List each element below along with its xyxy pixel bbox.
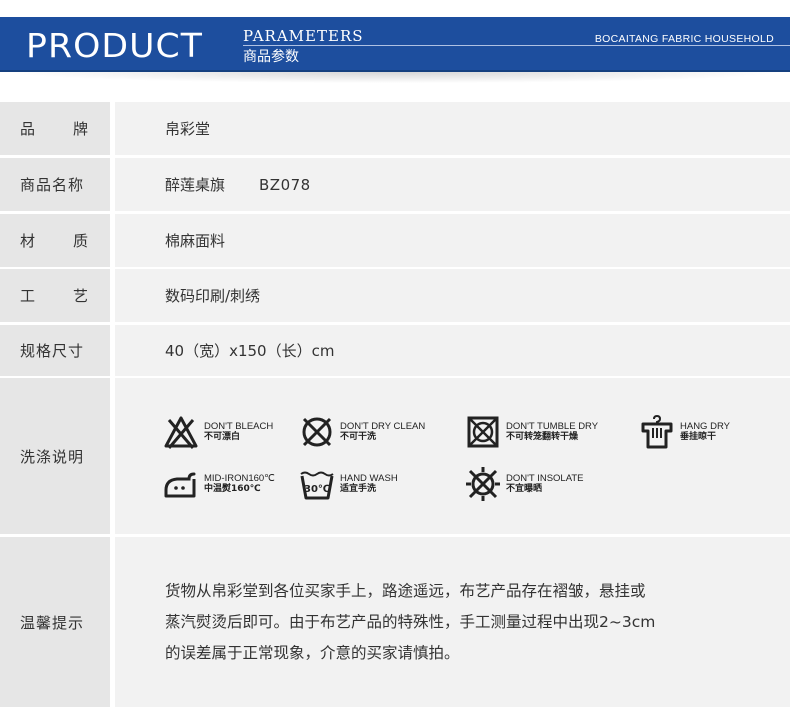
row-care-value: DON'T BLEACH 不可漂白 DON'T DRY CLEAN 不可干洗 D… <box>115 378 790 534</box>
row-size-label: 规格尺寸 <box>0 325 110 376</box>
header-subtitle-cn: 商品参数 <box>243 49 299 65</box>
care-en-hang-dry: HANG DRY <box>680 421 730 432</box>
header-divider <box>243 45 790 46</box>
notice-line-3: 的误差属于正常现象，介意的买家请慎拍。 <box>165 643 460 662</box>
row-brand-label-b: 牌 <box>72 120 89 138</box>
care-cn-dont-tumble-dry: 不可转笼翻转干燥 <box>506 432 579 442</box>
row-brand: 品 牌 帛彩堂 <box>0 102 790 155</box>
dont-insolate-icon <box>466 467 500 501</box>
care-en-dont-bleach: DON'T BLEACH <box>204 421 274 432</box>
row-care-label: 洗涤说明 <box>0 378 110 534</box>
row-care: 洗涤说明 DON'T BLEACH 不可漂白 DON'T DRY CLEAN 不… <box>0 378 790 534</box>
care-cn-hang-dry: 垂挂晾干 <box>680 432 717 442</box>
row-craft-label-b: 艺 <box>72 287 89 305</box>
row-craft: 工 艺 数码印刷/刺绣 <box>0 269 790 322</box>
product-name: 醉莲桌旗 <box>165 176 226 194</box>
row-name-label: 商品名称 <box>0 158 110 211</box>
care-item-dont-bleach: DON'T BLEACH 不可漂白 <box>163 414 273 450</box>
hand-wash-icon: 30℃ <box>300 471 334 500</box>
care-symbols: DON'T BLEACH 不可漂白 DON'T DRY CLEAN 不可干洗 D… <box>163 414 783 514</box>
row-material-label-a: 材 <box>20 232 37 250</box>
care-cn-dont-insolate: 不宜曝晒 <box>506 484 543 494</box>
header-banner: PRODUCT PARAMETERS 商品参数 BOCAITANG FABRIC… <box>0 17 790 72</box>
notice-text: 货物从帛彩堂到各位买家手上，路途遥远，布艺产品存在褶皱，悬挂或 蒸汽熨烫后即可。… <box>165 576 715 669</box>
care-item-hand-wash: 30℃ HAND WASH 适宜手洗 <box>299 466 398 502</box>
row-notice: 温馨提示 货物从帛彩堂到各位买家手上，路途遥远，布艺产品存在褶皱，悬挂或 蒸汽熨… <box>0 537 790 707</box>
row-material-label-b: 质 <box>72 232 89 250</box>
row-size: 规格尺寸 40（宽）x150（长）cm <box>0 325 790 376</box>
mid-iron-icon <box>164 472 196 498</box>
care-en-hand-wash: HAND WASH <box>340 473 398 484</box>
care-en-mid-iron: MID-IRON160℃ <box>204 473 275 484</box>
hang-dry-icon <box>641 414 673 449</box>
care-en-dont-dry-clean: DON'T DRY CLEAN <box>340 421 426 432</box>
header-subtitle-en: PARAMETERS <box>243 27 364 45</box>
care-item-dont-insolate: DON'T INSOLATE 不宜曝晒 <box>465 466 583 502</box>
row-brand-label-a: 品 <box>20 120 37 138</box>
dont-bleach-icon <box>164 416 198 449</box>
header-brand: BOCAITANG FABRIC HOUSEHOLD <box>594 33 774 45</box>
row-material-value: 棉麻面料 <box>115 214 790 267</box>
care-item-dont-dry-clean: DON'T DRY CLEAN 不可干洗 <box>299 414 425 450</box>
header-shadow <box>0 72 790 88</box>
dont-dry-clean-icon <box>302 417 332 447</box>
care-item-hang-dry: HANG DRY 垂挂晾干 <box>639 414 730 450</box>
header-title: PRODUCT <box>26 26 204 65</box>
care-cn-dont-dry-clean: 不可干洗 <box>340 432 377 442</box>
row-material-label: 材 质 <box>0 214 110 267</box>
row-material: 材 质 棉麻面料 <box>0 214 790 267</box>
row-notice-value: 货物从帛彩堂到各位买家手上，路途遥远，布艺产品存在褶皱，悬挂或 蒸汽熨烫后即可。… <box>115 537 790 707</box>
dont-tumble-dry-icon <box>467 416 499 448</box>
care-cn-hand-wash: 适宜手洗 <box>340 484 377 494</box>
row-craft-label: 工 艺 <box>0 269 110 322</box>
row-name-value: 醉莲桌旗 BZ078 <box>115 158 790 211</box>
row-notice-label: 温馨提示 <box>0 537 110 707</box>
care-item-dont-tumble-dry: DON'T TUMBLE DRY 不可转笼翻转干燥 <box>465 414 598 450</box>
row-name: 商品名称 醉莲桌旗 BZ078 <box>0 158 790 211</box>
row-size-value: 40（宽）x150（长）cm <box>115 325 790 376</box>
row-craft-value: 数码印刷/刺绣 <box>115 269 790 322</box>
row-brand-label: 品 牌 <box>0 102 110 155</box>
hand-wash-temp: 30℃ <box>304 484 330 495</box>
care-item-mid-iron: MID-IRON160℃ 中温熨160℃ <box>163 466 275 502</box>
product-code: BZ078 <box>259 175 311 194</box>
care-en-dont-tumble-dry: DON'T TUMBLE DRY <box>506 421 599 432</box>
row-brand-value: 帛彩堂 <box>115 102 790 155</box>
care-cn-dont-bleach: 不可漂白 <box>204 432 241 442</box>
care-cn-mid-iron: 中温熨160℃ <box>204 484 261 494</box>
care-en-dont-insolate: DON'T INSOLATE <box>506 473 584 484</box>
notice-line-2: 蒸汽熨烫后即可。由于布艺产品的特殊性，手工测量过程中出现2~3cm <box>165 612 656 631</box>
row-craft-label-a: 工 <box>20 287 37 305</box>
notice-line-1: 货物从帛彩堂到各位买家手上，路途遥远，布艺产品存在褶皱，悬挂或 <box>165 581 646 600</box>
